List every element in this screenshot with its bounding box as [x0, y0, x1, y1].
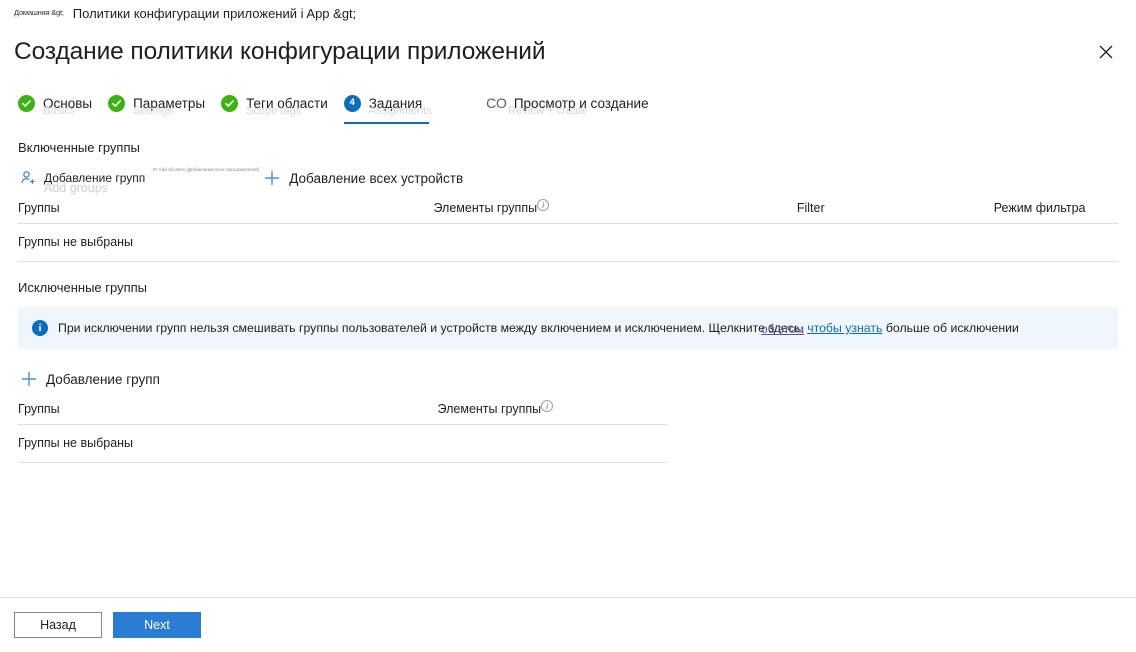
breadcrumb-home[interactable]: Домашняя &gt;: [14, 8, 64, 17]
column-header-label: Элементы группы: [433, 201, 538, 215]
close-icon: [1099, 45, 1113, 59]
page-title: Создание политики конфигурации приложени…: [14, 38, 546, 65]
column-header-groups: Группы: [18, 402, 70, 425]
table-row: Группы не выбраны: [18, 424, 668, 463]
tab-label: Параметры: [133, 95, 206, 111]
back-button[interactable]: Назад: [14, 612, 102, 638]
learn-more-link[interactable]: чтобы узнать: [807, 321, 882, 335]
tab-review-create[interactable]: СО Просмотр и создание Review + create: [486, 86, 657, 120]
info-icon[interactable]: i: [541, 400, 554, 412]
included-groups-table: Группы Элементы группы i Filter Режим фи…: [18, 199, 1118, 262]
add-all-users-ghost-text: Pr Add all users (Добавление всех пользо…: [153, 167, 260, 172]
wizard-tabs: Основы Basics Параметры Settings Теги об…: [0, 86, 1136, 124]
add-groups-button[interactable]: Добавление групп Add groups: [18, 168, 146, 195]
empty-state-text: Группы не выбраны: [18, 424, 668, 463]
step-number-badge: СО: [486, 95, 507, 111]
table-header-row: Группы Элементы группы i Filter Режим фи…: [18, 199, 1118, 224]
column-header-label: Элементы группы: [437, 402, 542, 416]
column-header-filter: Filter: [616, 201, 854, 224]
add-groups-label: Добавление групп: [44, 171, 146, 185]
column-header-group-members: Элементы группы i: [65, 199, 617, 224]
tab-scope-tags[interactable]: Теги области Scope tags: [221, 86, 337, 120]
tab-basics[interactable]: Основы Basics: [18, 86, 101, 120]
wizard-content: Включенные группы Добавление групп Add g…: [0, 140, 1136, 463]
included-groups-heading: Включенные группы: [18, 140, 140, 155]
add-all-devices-button[interactable]: Добавление всех устройств: [261, 168, 463, 188]
excluded-groups-heading: Исключенные группы: [18, 280, 148, 295]
tab-label: Задания: [368, 95, 423, 111]
next-button[interactable]: Next: [113, 612, 201, 638]
included-actions: Добавление групп Add groups Pr Add all u…: [18, 164, 1118, 195]
column-header-filter-mode: Режим фильтра: [853, 201, 1118, 224]
check-circle-icon: [221, 94, 239, 112]
excluded-actions: Добавление групп: [18, 365, 1118, 393]
breadcrumb: Домашняя &gt; Политики конфигурации прил…: [0, 6, 1136, 28]
check-circle-icon: [108, 94, 126, 112]
step-number-badge: 4: [343, 94, 361, 112]
plus-icon: [261, 168, 283, 188]
add-groups-excluded-button[interactable]: Добавление групп: [18, 369, 160, 389]
info-icon: i: [32, 320, 48, 336]
excluded-groups-table: Группы Элементы группы i Группы не выбра…: [18, 400, 668, 463]
close-button[interactable]: [1090, 36, 1122, 68]
exclusion-info-banner[interactable]: i При исключении групп нельзя смешивать …: [18, 307, 1118, 349]
table-row: Группы не выбраны: [18, 223, 1118, 262]
tab-assignments[interactable]: 4 Задания Assignments: [343, 86, 432, 124]
column-header-group-members: Элементы группы i: [69, 400, 668, 425]
table-header-row: Группы Элементы группы i: [18, 400, 668, 425]
page-header: Домашняя &gt; Политики конфигурации прил…: [0, 0, 1136, 66]
info-icon[interactable]: i: [537, 199, 550, 211]
banner-text-before: При исключении групп нельзя смешивать гр…: [58, 321, 808, 335]
wizard-footer: Назад Next: [0, 597, 1136, 652]
banner-text-after: больше об исключении: [882, 321, 1019, 335]
tab-label: Теги области: [246, 95, 328, 111]
breadcrumb-current[interactable]: Политики конфигурации приложений i App &…: [73, 6, 357, 21]
column-header-groups: Группы: [18, 201, 66, 224]
check-circle-icon: [18, 94, 35, 112]
tab-underline: [343, 122, 430, 124]
empty-state-text: Группы не выбраны: [18, 223, 1118, 262]
tab-settings[interactable]: Параметры Settings: [108, 86, 214, 120]
person-add-icon: [18, 168, 38, 188]
add-all-devices-label: Добавление всех устройств: [289, 170, 464, 186]
exclusion-info-text: При исключении групп нельзя смешивать гр…: [58, 321, 1019, 336]
add-groups-excluded-label: Добавление групп: [46, 371, 160, 387]
tab-label: Основы: [43, 95, 93, 111]
plus-icon: [18, 369, 40, 389]
tab-label: Просмотр и создание: [513, 95, 649, 111]
